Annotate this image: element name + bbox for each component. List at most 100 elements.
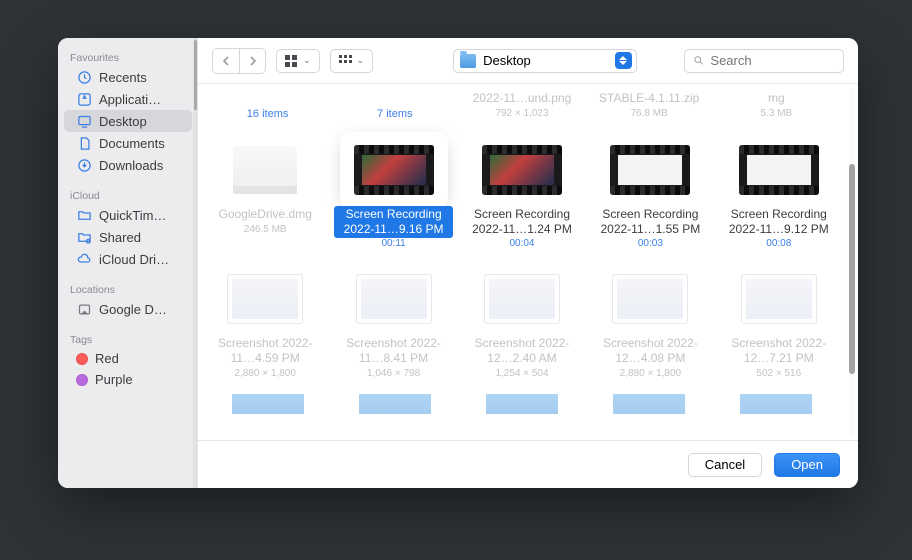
file-thumb xyxy=(474,267,570,331)
file-meta: 246.5 MB xyxy=(244,224,287,236)
grid-icon xyxy=(285,55,299,67)
file-item[interactable]: Screen Recording 2022-11…9.12 PM 00:08 xyxy=(718,134,840,253)
folder-icon xyxy=(460,54,476,68)
file-meta: 2,880 × 1,800 xyxy=(234,368,295,380)
file-name: Screen Recording 2022-11…9.16 PM xyxy=(334,206,452,238)
sidebar-item-desktop[interactable]: Desktop xyxy=(64,110,192,132)
file-item[interactable]: Screenshot 2022-12…4.08 PM 2,880 × 1,800 xyxy=(589,263,711,384)
file-meta: 16 items xyxy=(247,108,289,120)
section-title-favourites: Favourites xyxy=(58,46,198,66)
sidebar-item-shared[interactable]: Shared xyxy=(64,226,192,248)
file-name: Screenshot 2022-11…8.41 PM xyxy=(334,335,452,367)
file-meta: 00:11 xyxy=(381,238,405,249)
file-meta: 1,046 × 798 xyxy=(367,368,420,380)
group-by-button[interactable]: ⌄ xyxy=(330,49,374,73)
file-item[interactable]: Screen Recording 2022-11…1.24 PM 00:04 xyxy=(461,134,583,253)
cancel-button[interactable]: Cancel xyxy=(688,453,762,477)
tag-dot-icon xyxy=(76,353,88,365)
file-item[interactable]: Screen Recording 2022-11…9.16 PM 00:11 xyxy=(332,134,454,253)
file-meta: 502 × 516 xyxy=(756,368,801,380)
search-input[interactable] xyxy=(710,53,835,68)
section-title-locations: Locations xyxy=(58,278,198,298)
updown-icon xyxy=(615,52,632,69)
sidebar-item-recents[interactable]: Recents xyxy=(64,66,192,88)
clock-icon xyxy=(76,69,92,85)
section-title-tags: Tags xyxy=(58,328,198,348)
shared-icon xyxy=(76,229,92,245)
file-item[interactable]: Screenshot 2022-12…2.40 AM 1,254 × 504 xyxy=(461,263,583,384)
file-meta: 2,880 × 1,800 xyxy=(620,368,681,380)
sidebar-item-label: Purple xyxy=(95,372,133,387)
sidebar-item-applications[interactable]: Applicati… xyxy=(64,88,192,110)
location-popup[interactable]: Desktop xyxy=(453,49,637,73)
content-scrollbar[interactable] xyxy=(846,84,858,440)
file-thumb xyxy=(602,138,698,202)
open-file-dialog: Favourites Recents Applicati… Desktop Do… xyxy=(58,38,858,488)
doc-icon xyxy=(76,135,92,151)
cancel-label: Cancel xyxy=(705,457,745,472)
file-name: STABLE-4.1.11.zip xyxy=(596,90,702,107)
file-name: Screenshot 2022-11…4.59 PM xyxy=(206,335,324,367)
chevron-down-icon: ⌄ xyxy=(357,55,365,66)
sidebar-tag-purple[interactable]: Purple xyxy=(64,369,192,390)
file-name: Screen Recording 2022-11…1.24 PM xyxy=(463,206,581,238)
file-thumb xyxy=(346,138,442,202)
sidebar-item-icloud-drive[interactable]: iCloud Dri… xyxy=(64,248,192,270)
search-icon xyxy=(693,54,704,67)
download-icon xyxy=(76,157,92,173)
sidebar-item-label: Applicati… xyxy=(99,92,161,107)
sidebar-item-documents[interactable]: Documents xyxy=(64,132,192,154)
file-meta: 00:04 xyxy=(509,238,534,249)
view-mode-button[interactable]: ⌄ xyxy=(276,49,320,73)
file-thumb xyxy=(602,267,698,331)
file-meta: 00:03 xyxy=(638,238,663,249)
file-name: Screen Recording 2022-11…9.12 PM xyxy=(720,206,838,238)
sidebar-item-quicktime[interactable]: QuickTim… xyxy=(64,204,192,226)
search-field[interactable] xyxy=(684,49,844,73)
toolbar: ⌄ ⌄ Desktop xyxy=(198,38,858,84)
open-button[interactable]: Open xyxy=(774,453,840,477)
section-title-icloud: iCloud xyxy=(58,184,198,204)
group-icon xyxy=(339,55,353,67)
file-thumb xyxy=(731,138,827,202)
chevron-down-icon: ⌄ xyxy=(303,55,311,66)
file-item[interactable]: Screen Recording 2022-11…1.55 PM 00:03 xyxy=(589,134,711,253)
sidebar-item-label: iCloud Dri… xyxy=(99,252,169,267)
file-thumb xyxy=(217,138,313,202)
disk-icon xyxy=(76,301,92,317)
sidebar-item-downloads[interactable]: Downloads xyxy=(64,154,192,176)
sidebar-item-google-d[interactable]: Google D… xyxy=(64,298,192,320)
file-meta: 7 items xyxy=(377,108,412,120)
file-item[interactable]: GoogleDrive.dmg 246.5 MB xyxy=(204,134,326,253)
file-item[interactable]: Screenshot 2022-12…7.21 PM 502 × 516 xyxy=(718,263,840,384)
main-area: ⌄ ⌄ Desktop 16 items 7 items 2022-11…und.p… xyxy=(198,38,858,488)
open-label: Open xyxy=(791,457,823,472)
cloud-icon xyxy=(76,251,92,267)
folder-icon xyxy=(76,207,92,223)
file-meta: 792 × 1,023 xyxy=(495,108,548,120)
file-item[interactable]: Screenshot 2022-11…4.59 PM 2,880 × 1,800 xyxy=(204,263,326,384)
tag-dot-icon xyxy=(76,374,88,386)
file-name: Screen Recording 2022-11…1.55 PM xyxy=(591,206,709,238)
forward-button[interactable] xyxy=(239,49,265,73)
file-grid-area: 16 items 7 items 2022-11…und.png792 × 1,02… xyxy=(198,84,858,440)
sidebar-tag-red[interactable]: Red xyxy=(64,348,192,369)
file-name: Screenshot 2022-12…4.08 PM xyxy=(591,335,709,367)
file-grid[interactable]: 16 items 7 items 2022-11…und.png792 × 1,02… xyxy=(198,84,846,440)
file-meta: 76.8 MB xyxy=(631,108,668,120)
file-meta: 00:08 xyxy=(766,238,791,249)
file-name: mg xyxy=(765,90,788,107)
file-thumb xyxy=(346,267,442,331)
sidebar: Favourites Recents Applicati… Desktop Do… xyxy=(58,38,198,488)
location-label: Desktop xyxy=(483,53,531,68)
file-name: 2022-11…und.png xyxy=(470,90,575,107)
file-name: GoogleDrive.dmg xyxy=(216,206,315,223)
sidebar-item-label: Recents xyxy=(99,70,147,85)
file-name: Screenshot 2022-12…2.40 AM xyxy=(463,335,581,367)
back-button[interactable] xyxy=(213,49,239,73)
file-thumb xyxy=(217,267,313,331)
file-name: Screenshot 2022-12…7.21 PM xyxy=(720,335,838,367)
file-item[interactable]: Screenshot 2022-11…8.41 PM 1,046 × 798 xyxy=(332,263,454,384)
sidebar-item-label: Desktop xyxy=(99,114,147,129)
file-thumb xyxy=(474,138,570,202)
